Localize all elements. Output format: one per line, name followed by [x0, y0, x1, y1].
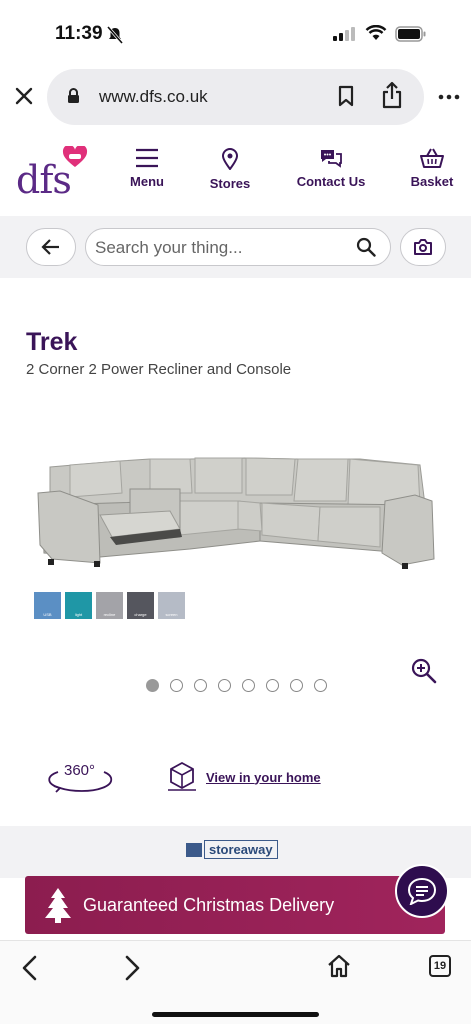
- product-image[interactable]: [30, 445, 440, 575]
- search-icon[interactable]: [356, 237, 376, 257]
- feature-usb[interactable]: USB: [34, 592, 61, 619]
- browser-back-icon[interactable]: [20, 955, 40, 981]
- tab-count: 19: [433, 960, 447, 972]
- storeaway-band: storeaway: [0, 826, 471, 878]
- tabs-button[interactable]: 19: [429, 955, 451, 977]
- battery-icon: [395, 26, 426, 42]
- lock-icon: [68, 88, 79, 103]
- location-pin-icon: [221, 148, 239, 170]
- nav-stores[interactable]: Stores: [200, 148, 260, 191]
- christmas-delivery-banner[interactable]: Guaranteed Christmas Delivery: [25, 876, 445, 934]
- sofa-heart-icon: [62, 146, 88, 167]
- christmas-delivery-label: Guaranteed Christmas Delivery: [83, 895, 335, 915]
- camera-icon: [414, 239, 432, 255]
- address-field[interactable]: www.dfs.co.uk: [47, 69, 424, 125]
- ar-cube-icon: [168, 761, 196, 791]
- feature-recline-label: recline: [103, 612, 116, 617]
- share-icon[interactable]: [381, 81, 403, 109]
- browser-toolbar: 19: [0, 940, 471, 1024]
- back-button[interactable]: [26, 228, 76, 266]
- product-subtitle: 2 Corner 2 Power Recliner and Console: [26, 361, 292, 378]
- nav-menu-label: Menu: [130, 174, 164, 189]
- view-in-home-button[interactable]: View in your home: [166, 760, 321, 794]
- gallery-dot[interactable]: [242, 679, 255, 692]
- gallery-dot[interactable]: [290, 679, 303, 692]
- gallery-dot[interactable]: [218, 679, 231, 692]
- nav-menu[interactable]: Menu: [122, 148, 172, 189]
- menu-icon: [136, 148, 158, 168]
- nav-basket-label: Basket: [410, 174, 454, 189]
- storeaway-box-icon: [186, 842, 202, 857]
- dfs-logo[interactable]: dfs: [14, 144, 92, 204]
- zoom-in-icon[interactable]: [411, 658, 437, 684]
- nav-stores-label: Stores: [209, 176, 251, 191]
- site-header: dfs Menu Stores Contact Us Basket: [0, 138, 471, 214]
- rotate-360-icon: [48, 771, 113, 793]
- close-tab-button[interactable]: [10, 82, 38, 110]
- feature-charge[interactable]: charge: [127, 592, 154, 619]
- chat-button[interactable]: [395, 864, 449, 918]
- feature-charge-label: charge: [134, 612, 147, 617]
- url-text: www.dfs.co.uk: [99, 87, 208, 106]
- feature-screen-label: screen: [165, 612, 178, 617]
- view-in-home-label: View in your home: [206, 769, 321, 785]
- search-box: [85, 228, 391, 266]
- more-options-icon[interactable]: [438, 94, 460, 100]
- feature-recline[interactable]: recline: [96, 592, 123, 619]
- search-input[interactable]: [95, 235, 345, 261]
- feature-light[interactable]: light: [65, 592, 92, 619]
- feature-usb-label: USB: [43, 612, 52, 617]
- gallery-dot[interactable]: [170, 679, 183, 692]
- feature-light-label: light: [74, 612, 83, 617]
- nav-contact-label: Contact Us: [296, 174, 366, 189]
- arrow-left-icon: [41, 239, 59, 255]
- cell-signal-icon: [333, 27, 355, 41]
- browser-url-bar: www.dfs.co.uk: [0, 68, 471, 126]
- search-band: [0, 216, 471, 278]
- spin-360-button[interactable]: 360°: [44, 762, 116, 796]
- chat-icon: [407, 877, 437, 905]
- visual-search-button[interactable]: [400, 228, 446, 266]
- gallery-dot[interactable]: [194, 679, 207, 692]
- home-indicator: [152, 1012, 319, 1017]
- basket-icon: [420, 148, 444, 168]
- christmas-tree-icon: [45, 888, 71, 923]
- feature-swatches: USB light recline charge screen: [34, 592, 185, 619]
- feature-screen[interactable]: screen: [158, 592, 185, 619]
- status-time: 11:39: [55, 23, 103, 44]
- bell-slash-icon: [107, 26, 123, 44]
- storeaway-logo[interactable]: storeaway: [186, 840, 278, 859]
- home-icon[interactable]: [327, 954, 351, 978]
- close-icon: [15, 87, 33, 105]
- storeaway-label: storeaway: [204, 840, 278, 859]
- chat-bubbles-icon: [321, 150, 342, 168]
- browser-forward-icon[interactable]: [122, 955, 142, 981]
- bookmark-icon[interactable]: [337, 85, 355, 107]
- nav-contact-us[interactable]: Contact Us: [288, 148, 374, 189]
- gallery-dots: [146, 679, 327, 692]
- wifi-icon: [365, 25, 387, 40]
- product-title: Trek: [26, 328, 78, 356]
- gallery-dot[interactable]: [266, 679, 279, 692]
- status-bar: 11:39: [0, 0, 471, 62]
- gallery-dot[interactable]: [314, 679, 327, 692]
- gallery-dot[interactable]: [146, 679, 159, 692]
- nav-basket[interactable]: Basket: [404, 148, 460, 189]
